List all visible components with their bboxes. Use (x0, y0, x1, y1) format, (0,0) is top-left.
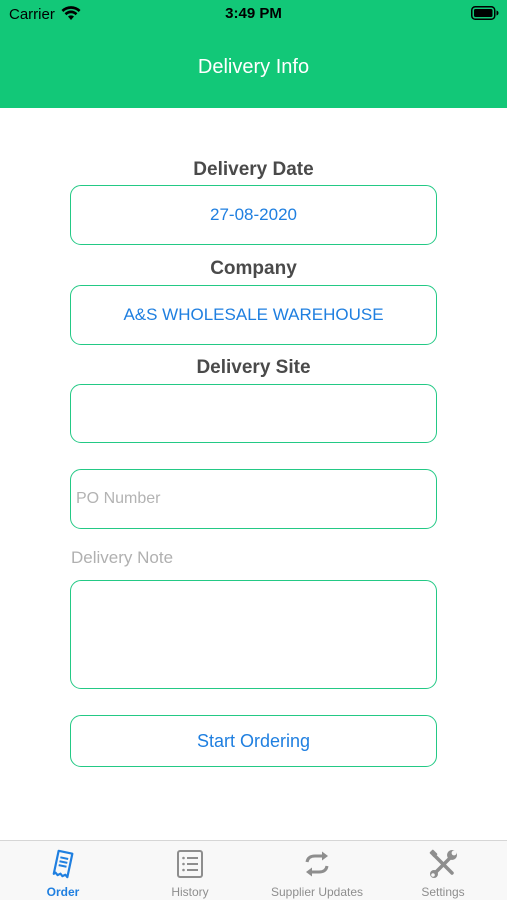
start-ordering-button[interactable]: Start Ordering (70, 715, 437, 767)
delivery-site-field[interactable] (70, 384, 437, 443)
delivery-site-value (71, 385, 436, 442)
tab-order-label: Order (46, 885, 80, 899)
delivery-date-field[interactable]: 27-08-2020 (70, 185, 437, 245)
tab-supplier-updates-label: Supplier Updates (270, 885, 364, 899)
history-list-icon (175, 849, 205, 879)
tab-settings-label: Settings (421, 885, 465, 899)
delivery-site-label: Delivery Site (196, 357, 311, 378)
company-value: A&S WHOLESALE WAREHOUSE (123, 305, 384, 324)
tab-order[interactable]: Order (0, 841, 126, 900)
company-label: Company (210, 258, 297, 279)
company-field[interactable]: A&S WHOLESALE WAREHOUSE (70, 285, 437, 345)
tab-bar: Order History Supplier Updates Settings (0, 840, 507, 900)
page-title: Delivery Info (197, 56, 310, 78)
header: Carrier 3:49 PM Delivery Info (0, 0, 507, 108)
po-number-placeholder: PO Number (76, 490, 161, 507)
delivery-note-textarea[interactable] (70, 580, 437, 689)
delivery-date-value: 27-08-2020 (210, 205, 297, 224)
refresh-arrows-icon (302, 849, 332, 879)
po-number-input[interactable]: PO Number (70, 469, 437, 529)
start-ordering-label: Start Ordering (196, 730, 311, 751)
delivery-note-label: Delivery Note (71, 548, 174, 567)
delivery-note-value (71, 581, 436, 688)
delivery-date-label: Delivery Date (193, 159, 314, 180)
tab-history-label: History (171, 885, 209, 899)
tab-supplier-updates[interactable]: Supplier Updates (254, 841, 380, 900)
tools-wrench-icon (428, 849, 458, 879)
tab-history[interactable]: History (127, 841, 253, 900)
battery-icon (471, 6, 499, 25)
status-bar: Carrier 3:49 PM (0, 0, 507, 30)
order-receipt-icon (48, 849, 78, 879)
tab-settings[interactable]: Settings (380, 841, 506, 900)
status-time: 3:49 PM (225, 5, 282, 22)
